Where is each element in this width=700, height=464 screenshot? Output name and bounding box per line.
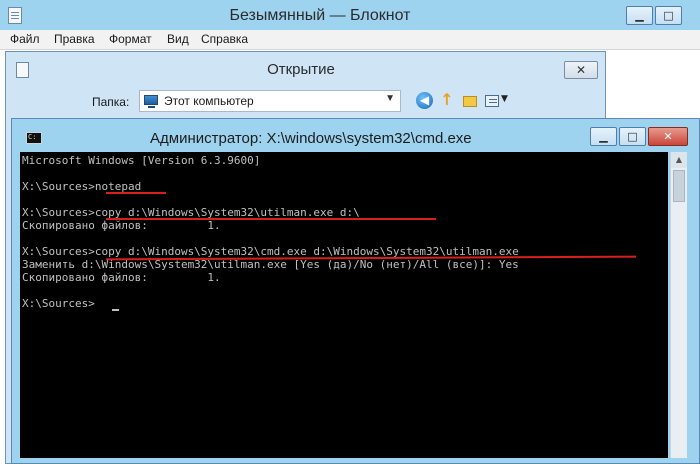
folder-select[interactable]: Этот компьютер ▼: [139, 90, 401, 112]
dialog-title: Открытие: [267, 61, 335, 78]
text-cursor: [112, 309, 119, 311]
scroll-thumb[interactable]: [673, 170, 685, 202]
computer-icon: [144, 95, 158, 108]
console-line: Заменить d:\Windows\System32\utilman.exe…: [22, 258, 519, 271]
cmd-close-button[interactable]: ✕: [648, 127, 688, 146]
console-line: Microsoft Windows [Version 6.3.9600]: [22, 154, 261, 167]
highlight-underline: [106, 218, 436, 220]
console-line: Скопировано файлов: 1.: [22, 271, 221, 284]
chevron-down-icon: ▼: [385, 93, 395, 104]
notepad-title: Безымянный — Блокнот: [229, 7, 411, 24]
cmd-minimize-button[interactable]: ▁: [590, 127, 617, 146]
up-folder-button[interactable]: ↑: [438, 92, 456, 110]
view-menu-button[interactable]: ▼: [484, 92, 512, 110]
highlight-underline: [106, 192, 166, 194]
cmd-maximize-button[interactable]: □: [619, 127, 646, 146]
console-line: Скопировано файлов: 1.: [22, 219, 221, 232]
new-folder-icon: [463, 96, 477, 107]
chevron-down-icon: ▼: [501, 94, 508, 104]
console-output[interactable]: Microsoft Windows [Version 6.3.9600] X:\…: [20, 152, 668, 458]
new-folder-button[interactable]: [461, 92, 479, 110]
cmd-title: Администратор: X:\windows\system32\cmd.e…: [150, 130, 472, 147]
maximize-button[interactable]: □: [655, 6, 682, 25]
scroll-up-icon[interactable]: ▲: [671, 152, 687, 168]
menu-edit[interactable]: Правка: [54, 32, 95, 46]
folder-select-value: Этот компьютер: [164, 94, 254, 108]
console-line: X:\Sources>: [22, 297, 95, 310]
up-folder-icon: ↑: [440, 90, 454, 109]
cmd-app-icon: C:: [26, 132, 42, 144]
menu-view[interactable]: Вид: [167, 32, 189, 46]
cmd-window: C: Администратор: X:\windows\system32\cm…: [11, 118, 700, 464]
back-button[interactable]: ◀: [416, 92, 434, 110]
menu-help[interactable]: Справка: [201, 32, 248, 46]
minimize-button[interactable]: ▁: [626, 6, 653, 25]
cmd-scrollbar[interactable]: ▲: [670, 152, 687, 458]
menu-file[interactable]: Файл: [10, 32, 40, 46]
back-icon: ◀: [416, 92, 433, 109]
view-menu-icon: [485, 95, 499, 107]
notepad-menubar: Файл Правка Формат Вид Справка: [0, 30, 700, 50]
folder-label: Папка:: [92, 95, 130, 109]
notepad-titlebar[interactable]: Безымянный — Блокнот ▁ □: [0, 0, 700, 32]
menu-format[interactable]: Формат: [109, 32, 152, 46]
dialog-close-button[interactable]: ✕: [564, 61, 598, 79]
